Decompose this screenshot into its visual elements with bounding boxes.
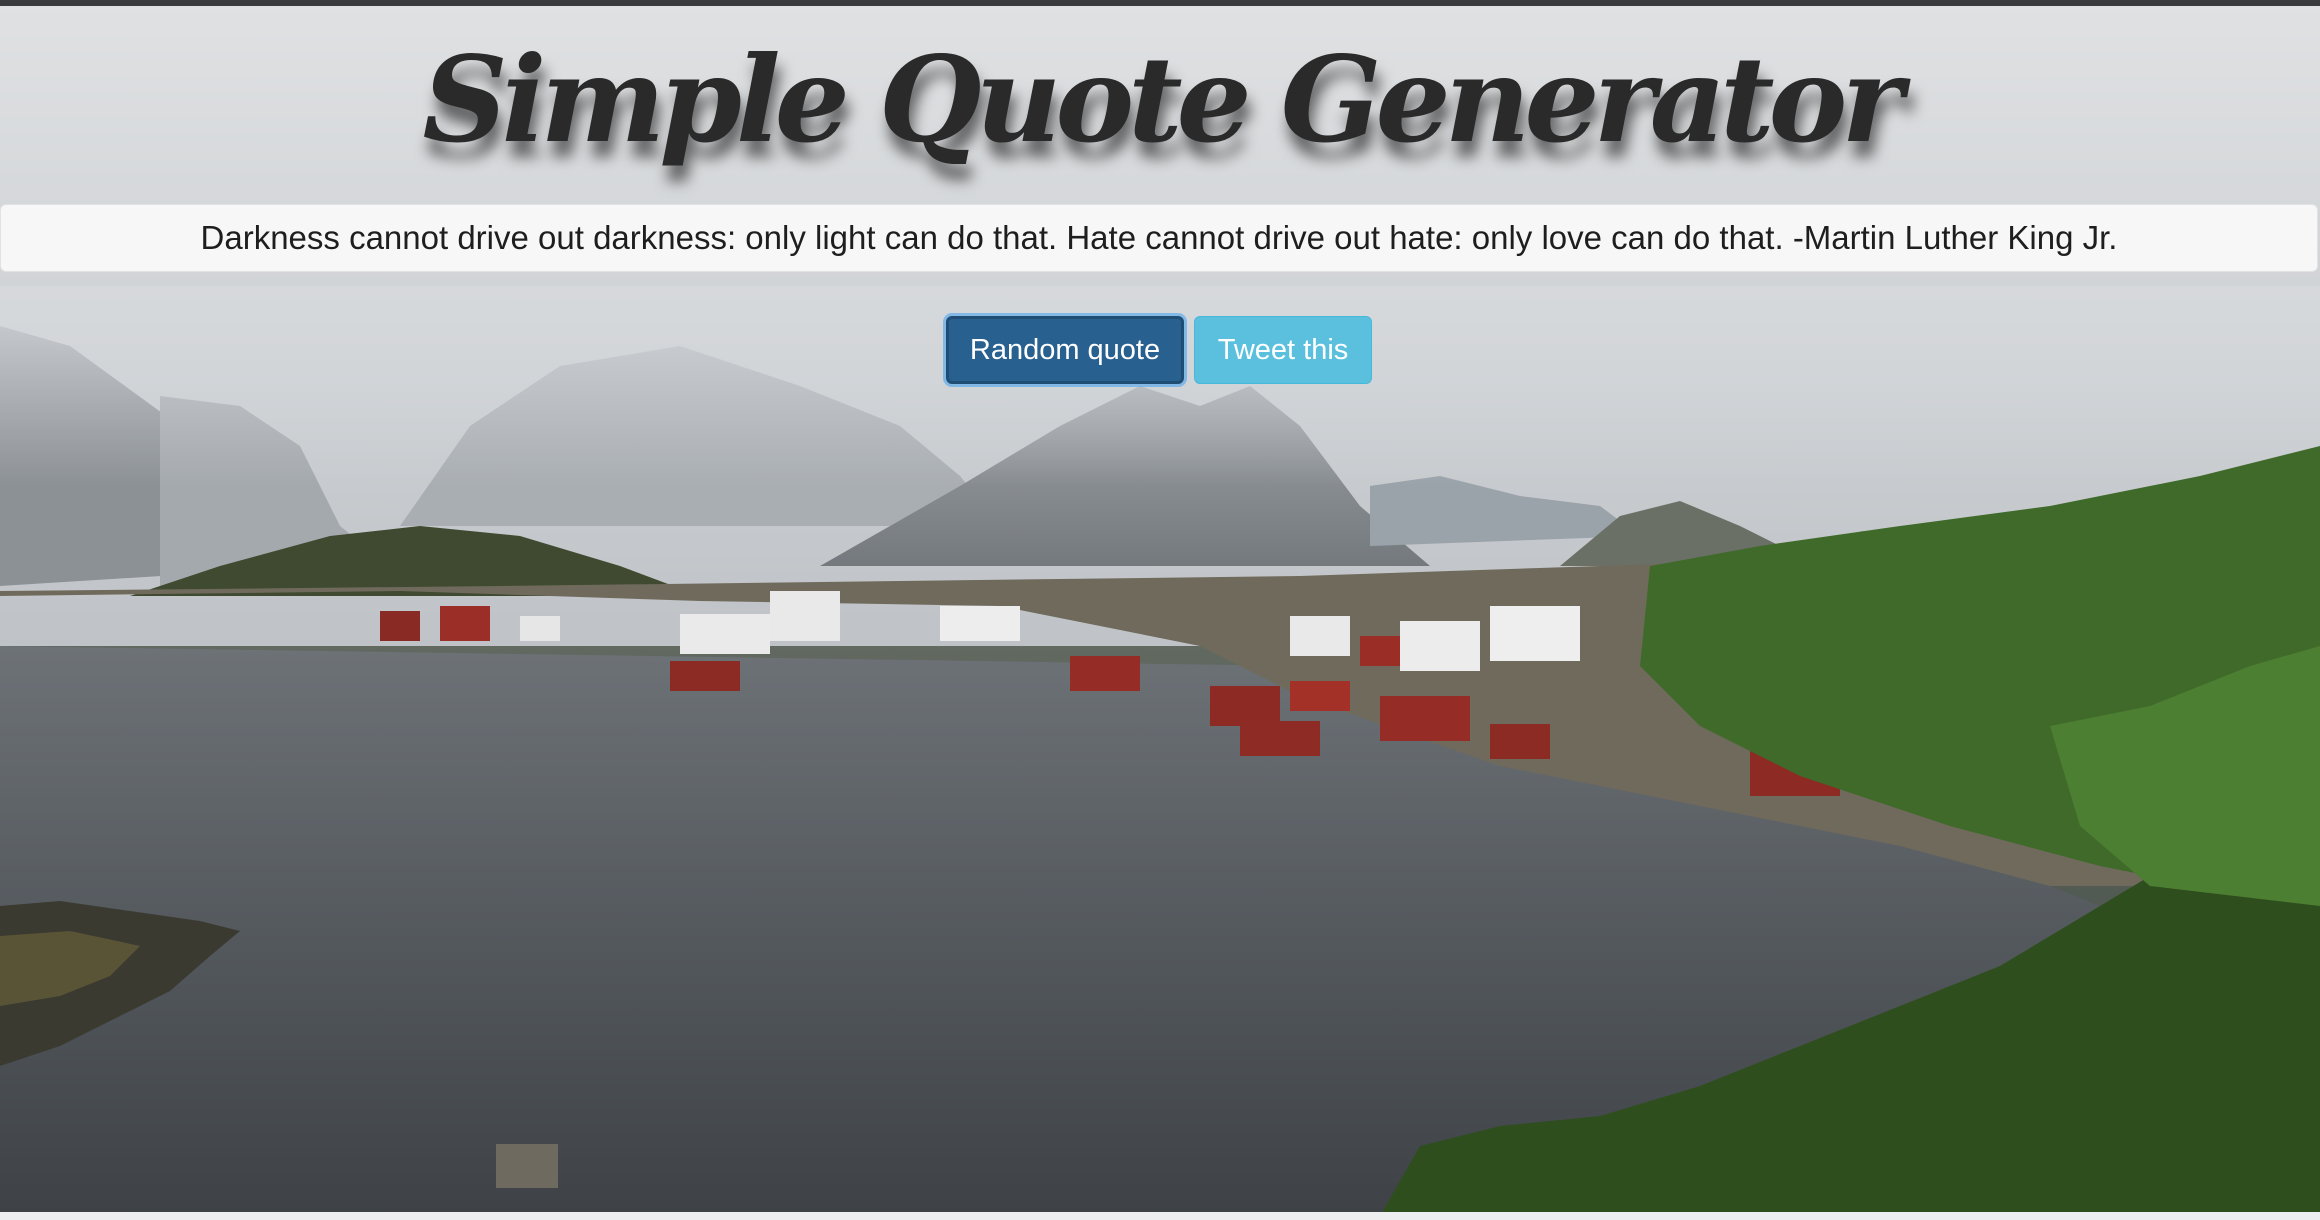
- background-landscape-image: [0, 6, 2320, 1216]
- tweet-this-button[interactable]: Tweet this: [1194, 316, 1372, 384]
- random-quote-button[interactable]: Random quote: [946, 316, 1184, 384]
- page-title: Simple Quote Generator: [422, 30, 1903, 169]
- quote-banner: Darkness cannot drive out darkness: only…: [0, 204, 2318, 272]
- quote-text: Darkness cannot drive out darkness: only…: [200, 219, 2118, 256]
- page: Simple Quote Generator Darkness cannot d…: [0, 0, 2320, 1220]
- bottom-border: [0, 1212, 2320, 1220]
